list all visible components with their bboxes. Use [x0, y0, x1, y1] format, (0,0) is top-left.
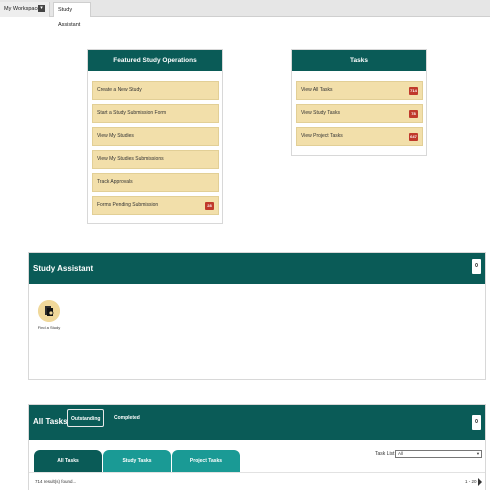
forms-pending-button[interactable]: Forms Pending Submission 28 [92, 196, 219, 215]
view-project-tasks-button[interactable]: View Project Tasks 647 [296, 127, 423, 146]
project-tasks-count-badge: 647 [409, 133, 418, 141]
study-assistant-panel: Study Assistant 0 Find a Study [28, 252, 486, 380]
results-divider [29, 472, 485, 473]
study-assistant-body: Find a Study [29, 284, 485, 380]
track-approvals-button[interactable]: Track Approvals [92, 173, 219, 192]
task-list-label: Task List : [375, 451, 398, 457]
pager-range: 1 - 20 [465, 479, 477, 484]
featured-operations-title: Featured Study Operations [88, 50, 222, 71]
tasks-card: Tasks View All Tasks 714 View Study Task… [291, 49, 427, 156]
find-study-icon[interactable] [38, 300, 60, 322]
view-study-tasks-button[interactable]: View Study Tasks 78 [296, 104, 423, 123]
button-label: Create a New Study [97, 87, 142, 93]
find-study-label[interactable]: Find a Study [29, 325, 69, 330]
view-my-studies-button[interactable]: View My Studies [92, 127, 219, 146]
pending-count-badge: 28 [205, 202, 214, 210]
study-assistant-title: Study Assistant [33, 264, 94, 273]
all-tasks-body: All Tasks Study Tasks Project Tasks Task… [29, 440, 485, 490]
tab-label: Study Assistant [58, 7, 81, 28]
tab-outstanding[interactable]: Outstanding [67, 409, 105, 427]
tasks-title: Tasks [292, 50, 426, 71]
button-label: View All Tasks [301, 87, 333, 93]
task-list-select[interactable]: All ▼ [395, 450, 482, 458]
results-count: 714 result(s) found... [35, 479, 77, 484]
study-tasks-count-badge: 78 [409, 110, 418, 118]
featured-operations-card: Featured Study Operations Create a New S… [87, 49, 223, 224]
create-study-button[interactable]: Create a New Study [92, 81, 219, 100]
tasktab-study-tasks[interactable]: Study Tasks [103, 450, 171, 472]
button-label: Track Approvals [97, 179, 133, 185]
workspace-tabbar: My Workspaces ▾ Study Assistant [0, 0, 490, 28]
button-label: Forms Pending Submission [97, 202, 159, 208]
study-assistant-collapse-button[interactable]: 0 [472, 259, 481, 274]
button-label: View Study Tasks [301, 110, 341, 116]
button-label: View Project Tasks [301, 133, 343, 139]
button-label: View My Studies Submissions [97, 156, 164, 162]
tab-completed[interactable]: Completed [111, 409, 143, 427]
tasktab-all-tasks[interactable]: All Tasks [34, 450, 102, 472]
all-tasks-count-badge: 714 [409, 87, 418, 95]
view-all-tasks-button[interactable]: View All Tasks 714 [296, 81, 423, 100]
start-submission-form-button[interactable]: Start a Study Submission Form [92, 104, 219, 123]
tab-study-assistant[interactable]: Study Assistant [53, 2, 91, 28]
workspace-menu-icon[interactable]: ▾ [38, 5, 45, 12]
all-tasks-panel: All Tasks Outstanding Completed 0 All Ta… [28, 404, 486, 490]
all-tasks-header: All Tasks Outstanding Completed 0 [29, 405, 485, 440]
chevron-down-icon: ▼ [476, 451, 480, 456]
view-study-submissions-button[interactable]: View My Studies Submissions [92, 150, 219, 169]
next-page-icon[interactable] [478, 478, 482, 486]
tasktab-project-tasks[interactable]: Project Tasks [172, 450, 240, 472]
task-list-value: All [398, 451, 404, 456]
all-tasks-title: All Tasks [33, 417, 68, 426]
button-label: Start a Study Submission Form [97, 110, 167, 116]
button-label: View My Studies [97, 133, 134, 139]
study-assistant-header: Study Assistant 0 [29, 253, 485, 284]
all-tasks-collapse-button[interactable]: 0 [472, 415, 481, 430]
